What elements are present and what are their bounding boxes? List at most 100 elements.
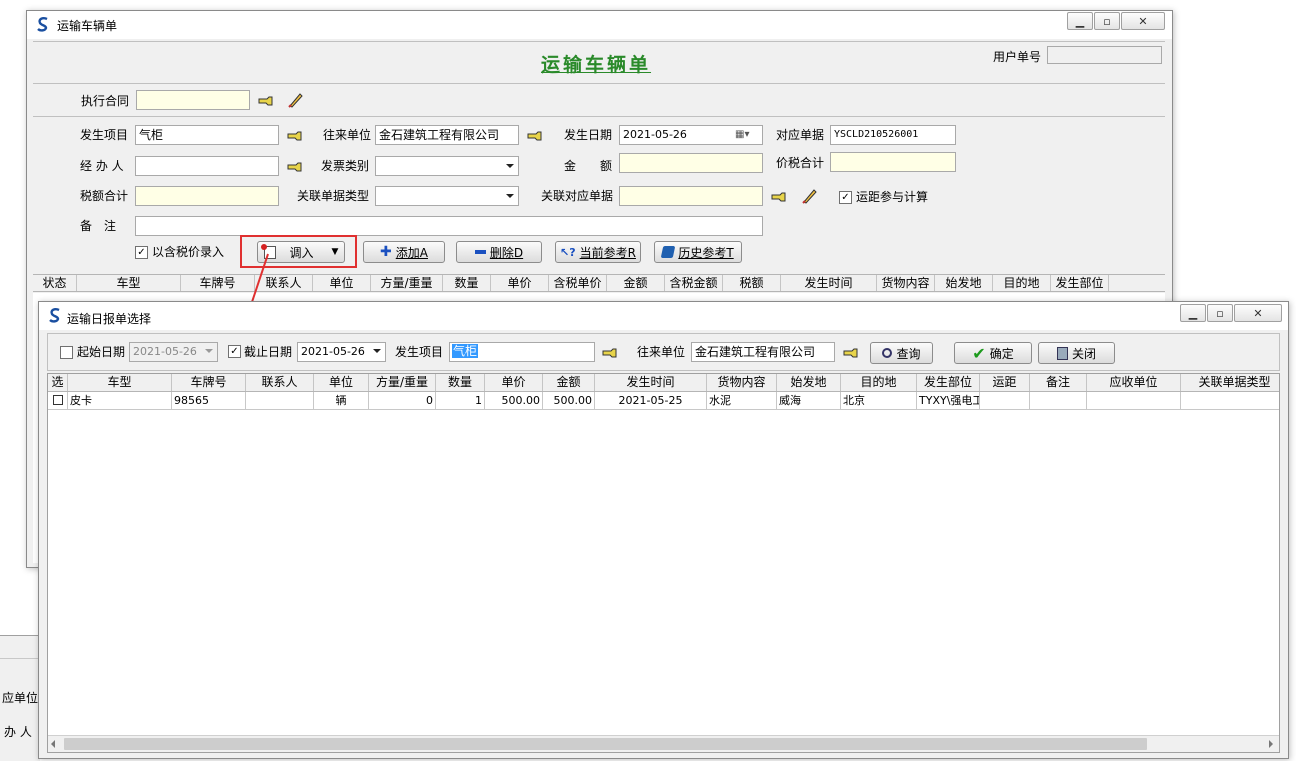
- dialog-item-pick-hand-icon[interactable]: [602, 347, 618, 359]
- background-label-unit: 应单位: [2, 691, 39, 705]
- dialog-grid-col-header[interactable]: 运距: [980, 374, 1030, 391]
- scroll-right-arrow-icon[interactable]: [1269, 740, 1273, 748]
- dialog-grid-col-header[interactable]: 货物内容: [707, 374, 777, 391]
- add-button[interactable]: ✚ 添加A: [363, 241, 445, 263]
- table-row[interactable]: 皮卡 98565 辆 0 1 500.00 500.00 2021-05-25 水泥 威海 北京 TY…: [48, 392, 1279, 410]
- main-grid-col-header[interactable]: 发生时间: [781, 275, 877, 291]
- ok-button[interactable]: ✔ 确定: [954, 342, 1032, 364]
- dialog-grid-col-header[interactable]: 数量: [436, 374, 485, 391]
- end-date-checkbox[interactable]: ✓: [228, 345, 241, 358]
- dialog-grid-col-header[interactable]: 车牌号: [172, 374, 246, 391]
- user-no-field[interactable]: [1047, 46, 1162, 64]
- main-grid-col-header[interactable]: 状态: [33, 275, 77, 291]
- dialog-item-field[interactable]: 气柜: [449, 342, 595, 362]
- app-logo-icon: [37, 17, 48, 32]
- table-cell: TYXY\强电工: [919, 392, 980, 409]
- dialog-title: 运输日报单选择: [67, 312, 152, 326]
- dialog-maximize-button[interactable]: ▫: [1207, 304, 1233, 322]
- main-grid-col-header[interactable]: 始发地: [935, 275, 993, 291]
- table-cell: [1087, 392, 1181, 409]
- table-cell: [1181, 392, 1279, 409]
- table-cell: 皮卡: [68, 392, 172, 409]
- invoice-select[interactable]: [375, 156, 519, 176]
- dialog-close-button[interactable]: ✕: [1234, 304, 1282, 322]
- pick-hand-icon[interactable]: [258, 95, 274, 107]
- start-date-checkbox[interactable]: [60, 346, 73, 359]
- table-cell: 98565: [172, 392, 246, 409]
- dialog-grid: 选车型 车牌号 联系人 单位 方量/重量 数量 单价 金额 发生时间 货物内容 始发地 目的地 发生部位…: [47, 373, 1280, 753]
- main-grid-col-header[interactable]: 发生部位: [1051, 275, 1109, 291]
- remark-field[interactable]: [135, 216, 763, 236]
- dialog-grid-col-header[interactable]: 单位: [314, 374, 369, 391]
- main-grid-col-header[interactable]: 目的地: [993, 275, 1051, 291]
- dialog-grid-col-header[interactable]: 目的地: [841, 374, 917, 391]
- dialog-grid-col-header[interactable]: 方量/重量: [369, 374, 436, 391]
- main-grid-col-header[interactable]: 单位: [313, 275, 371, 291]
- dialog-grid-col-header[interactable]: 应收单位: [1087, 374, 1181, 391]
- main-grid-col-header[interactable]: 方量/重量: [371, 275, 443, 291]
- main-grid-header: 状态 车型 车牌号 联系人 单位 方量/重量 数量 单价 含税单价 金额 含税金额 税额 发生时间 货物内…: [33, 274, 1165, 292]
- link-ref-pick-hand-icon[interactable]: [771, 191, 787, 203]
- link-ref-label: 关联对应单据: [541, 189, 614, 203]
- tax-total-field[interactable]: [830, 152, 956, 172]
- delete-button-label: 删除D: [489, 245, 524, 260]
- current-ref-button[interactable]: ↖? 当前参考R: [555, 241, 641, 263]
- dialog-partner-pick-hand-icon[interactable]: [843, 347, 859, 359]
- main-grid-col-header[interactable]: 金额: [607, 275, 665, 291]
- dialog-grid-col-header[interactable]: 选: [48, 374, 68, 391]
- dialog-grid-col-header[interactable]: 始发地: [777, 374, 841, 391]
- delete-button[interactable]: 删除D: [456, 241, 542, 263]
- dialog-logo-icon: [49, 308, 60, 323]
- query-button[interactable]: 查询: [870, 342, 933, 364]
- link-ref-edit-pen-icon[interactable]: [801, 187, 819, 205]
- dialog-grid-col-header[interactable]: 金额: [543, 374, 595, 391]
- item-pick-hand-icon[interactable]: [287, 130, 303, 142]
- link-ref-field[interactable]: [619, 186, 763, 206]
- link-type-select[interactable]: [375, 186, 519, 206]
- partner-field[interactable]: 金石建筑工程有限公司: [375, 125, 519, 145]
- dialog-grid-col-header[interactable]: 关联单据类型: [1181, 374, 1279, 391]
- edit-pen-icon[interactable]: [287, 91, 305, 109]
- row-select-checkbox[interactable]: [48, 392, 68, 409]
- main-grid-col-header[interactable]: 单价: [491, 275, 549, 291]
- item-field[interactable]: 气柜: [135, 125, 279, 145]
- dialog-grid-col-header[interactable]: 发生部位: [917, 374, 980, 391]
- link-type-label: 关联单据类型: [297, 189, 370, 203]
- tax-sum-field[interactable]: [135, 186, 279, 206]
- partner-pick-hand-icon[interactable]: [527, 130, 543, 142]
- dialog-grid-col-header[interactable]: 联系人: [246, 374, 314, 391]
- minimize-button[interactable]: ▁: [1067, 12, 1093, 30]
- dialog-grid-col-header[interactable]: 单价: [485, 374, 543, 391]
- end-date-chevron-icon[interactable]: [373, 349, 381, 353]
- scroll-left-arrow-icon[interactable]: [51, 740, 55, 748]
- distance-checkbox[interactable]: ✓: [839, 191, 852, 204]
- history-ref-button[interactable]: 历史参考T: [654, 241, 742, 263]
- ref-label: 对应单据: [776, 128, 825, 142]
- tax-input-checkbox[interactable]: ✓: [135, 246, 148, 259]
- start-date-chevron-icon[interactable]: [205, 349, 213, 353]
- maximize-button[interactable]: ▫: [1094, 12, 1120, 30]
- main-grid-col-header[interactable]: 车型: [77, 275, 181, 291]
- main-grid-col-header[interactable]: 税额: [723, 275, 781, 291]
- handler-pick-hand-icon[interactable]: [287, 161, 303, 173]
- main-grid-col-header[interactable]: 数量: [443, 275, 491, 291]
- dialog-grid-col-header[interactable]: 备注: [1030, 374, 1087, 391]
- dialog-close-action-button[interactable]: 关闭: [1038, 342, 1115, 364]
- main-grid-col-header[interactable]: 货物内容: [877, 275, 935, 291]
- main-grid-col-header[interactable]: 含税金额: [665, 275, 723, 291]
- calendar-dropdown-icon[interactable]: ▦▾: [735, 129, 759, 142]
- close-button[interactable]: ✕: [1121, 12, 1165, 30]
- contract-field[interactable]: [136, 90, 250, 110]
- dialog-minimize-button[interactable]: ▁: [1180, 304, 1206, 322]
- main-grid-col-header[interactable]: 含税单价: [549, 275, 607, 291]
- ok-button-label: 确定: [989, 346, 1014, 361]
- amount-field[interactable]: [619, 153, 763, 173]
- dialog-grid-col-header[interactable]: 车型: [68, 374, 172, 391]
- scrollbar-thumb[interactable]: [64, 738, 1147, 750]
- dialog-partner-field[interactable]: 金石建筑工程有限公司: [691, 342, 835, 362]
- dialog-grid-col-header[interactable]: 发生时间: [595, 374, 707, 391]
- ref-field[interactable]: YSCLD210526001: [830, 125, 956, 145]
- horizontal-scrollbar[interactable]: [48, 735, 1279, 752]
- handler-field[interactable]: [135, 156, 279, 176]
- start-date-label: 起始日期: [77, 345, 126, 359]
